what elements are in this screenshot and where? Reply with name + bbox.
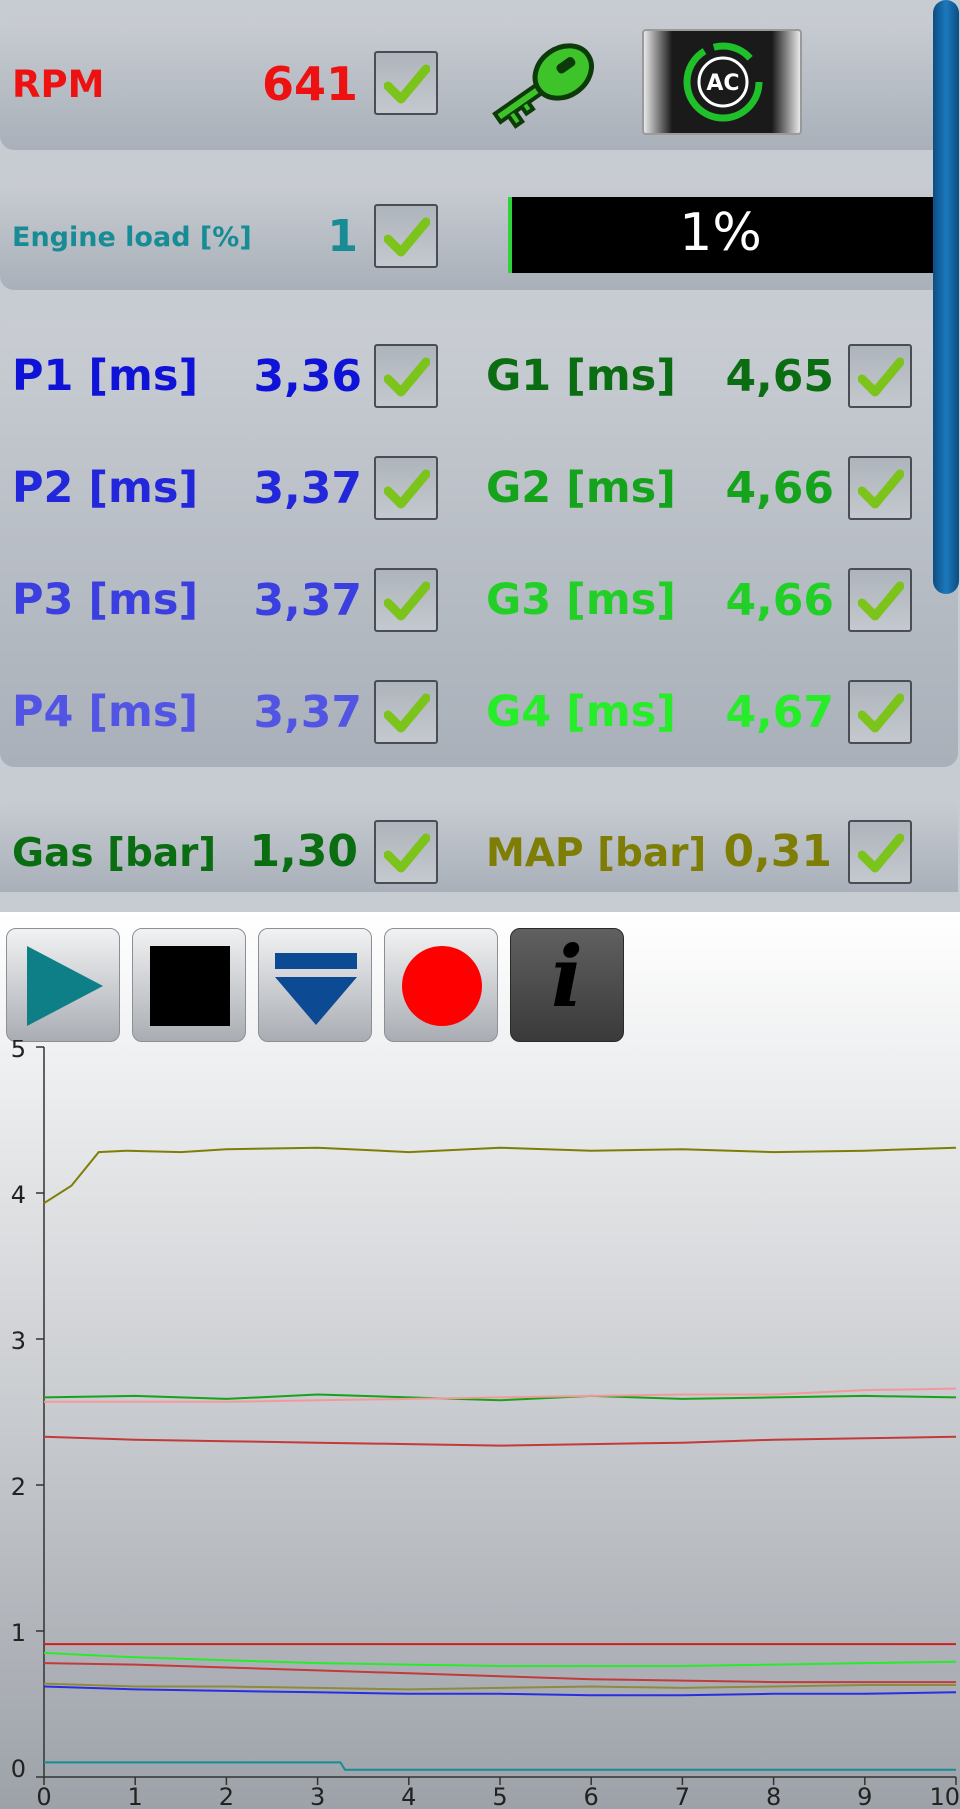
ac-icon: AC	[683, 42, 763, 122]
live-data-chart: 0 1 2 3 4 5 0 1 2 3 4 5 6 7 8 9 10	[11, 1040, 960, 1809]
checkmark-icon	[384, 217, 430, 257]
x-tick-label: 1	[128, 1783, 143, 1809]
x-tick-label: 9	[857, 1783, 872, 1809]
checkmark-icon	[384, 833, 430, 873]
x-tick-label: 2	[219, 1783, 234, 1809]
gas-injector-label: G2 [ms]	[486, 463, 676, 513]
gas-injector-value: 4,65	[725, 351, 834, 402]
y-tick-label: 1	[11, 1619, 26, 1647]
series-line	[43, 1435, 957, 1447]
gas-injector-checkbox[interactable]	[848, 456, 912, 520]
download-icon	[275, 953, 357, 1025]
gas-injector-value: 4,67	[725, 687, 834, 738]
rpm-value: 641	[261, 57, 358, 111]
record-icon	[402, 946, 482, 1026]
y-tick-label: 5	[11, 1040, 26, 1063]
engine-load-checkbox[interactable]	[374, 204, 438, 268]
ac-button[interactable]: AC	[642, 29, 802, 135]
petrol-injector-label: P1 [ms]	[12, 351, 199, 401]
info-icon: i	[551, 927, 583, 1026]
petrol-injector-label: P4 [ms]	[12, 687, 199, 737]
checkmark-icon	[384, 693, 430, 733]
x-tick-label: 6	[584, 1783, 599, 1809]
gas-injector-checkbox[interactable]	[848, 344, 912, 408]
checkmark-icon	[858, 357, 904, 397]
scrollbar[interactable]	[933, 0, 959, 594]
checkmark-icon	[858, 469, 904, 509]
rpm-label: RPM	[12, 63, 105, 106]
checkmark-icon	[858, 693, 904, 733]
y-tick-label: 2	[11, 1473, 26, 1501]
x-tick-label: 7	[675, 1783, 690, 1809]
gas-injector-checkbox[interactable]	[848, 568, 912, 632]
key-icon[interactable]	[484, 38, 606, 134]
gas-injector-label: G4 [ms]	[486, 687, 676, 737]
petrol-injector-checkbox[interactable]	[374, 680, 438, 744]
x-tick-label: 0	[36, 1783, 51, 1809]
petrol-injector-value: 3,36	[253, 351, 362, 402]
rpm-panel	[0, 14, 958, 150]
petrol-injector-value: 3,37	[253, 463, 362, 514]
record-button[interactable]	[384, 928, 498, 1042]
checkmark-icon	[384, 64, 430, 104]
petrol-injector-checkbox[interactable]	[374, 568, 438, 632]
checkmark-icon	[384, 581, 430, 621]
engine-load-bar-text: 1%	[679, 203, 762, 263]
petrol-injector-value: 3,37	[253, 575, 362, 626]
play-icon	[27, 946, 103, 1026]
gas-pressure-label: Gas [bar]	[12, 831, 217, 876]
rpm-checkbox[interactable]	[374, 51, 438, 115]
gas-injector-label: G1 [ms]	[486, 351, 676, 401]
x-tick-label: 8	[766, 1783, 781, 1809]
gas-injector-checkbox[interactable]	[848, 680, 912, 744]
checkmark-icon	[384, 357, 430, 397]
x-tick-label: 10	[929, 1783, 960, 1809]
series-line	[43, 1146, 957, 1205]
stop-icon	[150, 946, 230, 1026]
gas-pressure-checkbox[interactable]	[374, 820, 438, 884]
series-line	[43, 1682, 956, 1691]
checkmark-icon	[858, 581, 904, 621]
svg-text:AC: AC	[706, 71, 739, 96]
gas-injector-value: 4,66	[725, 575, 834, 626]
engine-load-value: 1	[327, 211, 358, 262]
checkmark-icon	[858, 833, 904, 873]
info-button[interactable]: i	[510, 928, 624, 1042]
petrol-injector-checkbox[interactable]	[374, 344, 438, 408]
map-pressure-value: 0,31	[723, 826, 832, 877]
x-tick-label: 5	[492, 1783, 507, 1809]
engine-load-label: Engine load [%]	[12, 222, 252, 253]
y-tick-label: 0	[11, 1755, 26, 1783]
petrol-injector-label: P2 [ms]	[12, 463, 199, 513]
gas-injector-label: G3 [ms]	[486, 575, 676, 625]
checkmark-icon	[384, 469, 430, 509]
x-tick-label: 3	[310, 1783, 325, 1809]
petrol-injector-label: P3 [ms]	[12, 575, 199, 625]
download-button[interactable]	[258, 928, 372, 1042]
y-tick-label: 3	[11, 1327, 26, 1355]
y-tick-label: 4	[11, 1181, 26, 1209]
stop-button[interactable]	[132, 928, 246, 1042]
map-pressure-label: MAP [bar]	[486, 831, 707, 876]
series-line	[44, 1761, 956, 1771]
gas-injector-value: 4,66	[725, 463, 834, 514]
gas-pressure-value: 1,30	[249, 826, 358, 877]
x-tick-label: 4	[401, 1783, 416, 1809]
play-button[interactable]	[6, 928, 120, 1042]
series-line	[43, 1651, 957, 1667]
petrol-injector-checkbox[interactable]	[374, 456, 438, 520]
petrol-injector-value: 3,37	[253, 687, 362, 738]
engine-load-bar: 1%	[508, 197, 933, 273]
map-pressure-checkbox[interactable]	[848, 820, 912, 884]
